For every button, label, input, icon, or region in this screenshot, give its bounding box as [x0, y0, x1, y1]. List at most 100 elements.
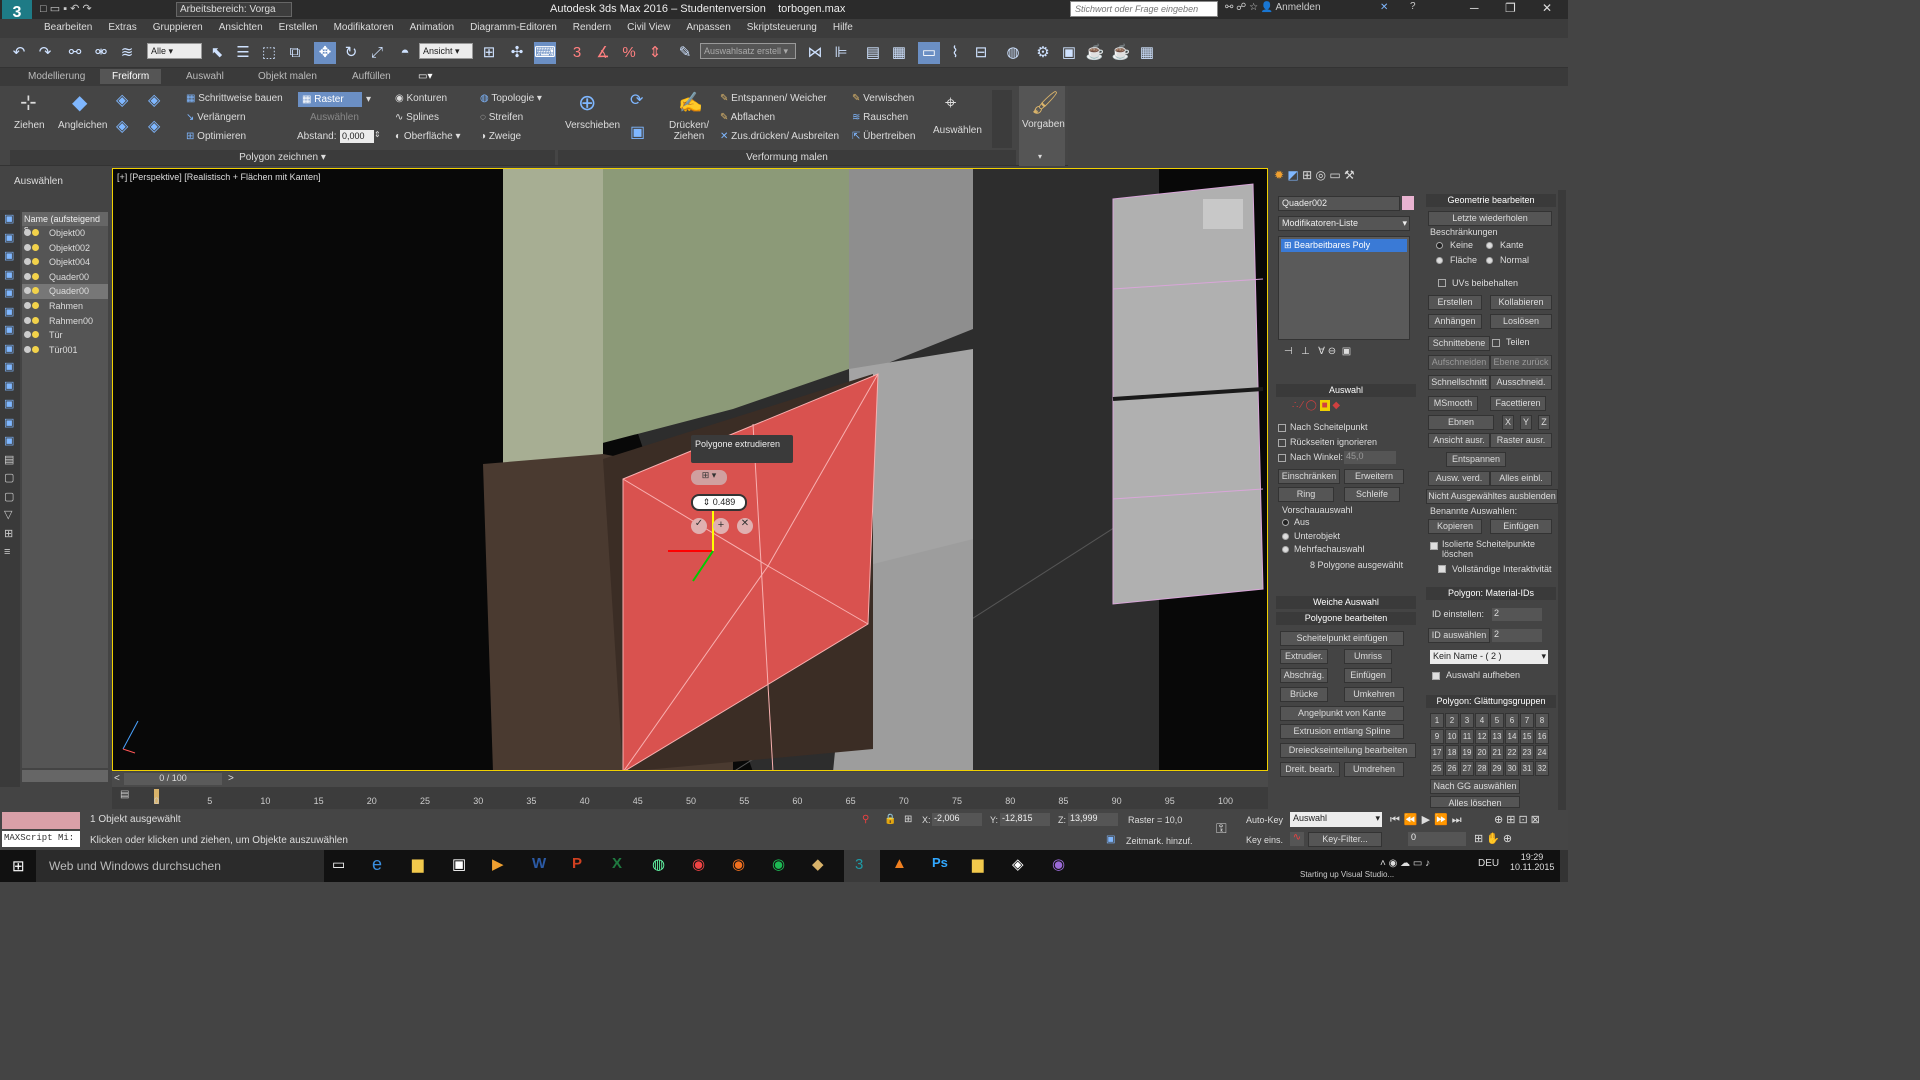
filter-groups-icon[interactable]: ▣ [4, 340, 20, 359]
play-icon[interactable]: ▶ [1422, 814, 1434, 826]
find-icon[interactable]: ▽ [4, 506, 20, 525]
show-desktop-button[interactable] [1560, 850, 1568, 882]
panel-scrollbar[interactable] [1558, 190, 1566, 810]
abstand-spinner[interactable]: ⇕ [374, 130, 381, 139]
menu-hilfe[interactable]: Hilfe [825, 19, 861, 33]
visibility-icon[interactable] [24, 272, 31, 280]
stack-item-editable-poly[interactable]: ⊞ Bearbeitbares Poly [1281, 239, 1407, 252]
tab-auffuellen[interactable]: Auffüllen [352, 71, 391, 82]
border-icon[interactable]: ◯ [1306, 400, 1317, 411]
hierarchy-tab-icon[interactable]: ⊞ [1302, 168, 1312, 182]
hierarchy-icon[interactable]: ⊞ [4, 525, 20, 544]
trackbar[interactable]: ▤ 0 5 10 15 20 25 30 35 40 45 50 55 60 65 70 75 80 85 90 95… [112, 787, 1268, 809]
alles-loeschen-button[interactable]: Alles löschen [1430, 796, 1520, 808]
kollabieren-button[interactable]: Kollabieren [1490, 295, 1552, 310]
open-icon[interactable]: ▭ [50, 3, 60, 15]
zweige-button[interactable]: ◑ Zweige [480, 131, 521, 142]
menu-rendern[interactable]: Rendern [565, 19, 619, 33]
login-button[interactable]: Anmelden [1276, 2, 1321, 13]
close-icon[interactable]: ✕ [1542, 1, 1552, 15]
scheitelpunkt-einfuegen-button[interactable]: Scheitelpunkt einfügen [1280, 631, 1404, 646]
oberflaeche-button[interactable]: ◐ Oberfläche ▾ [395, 131, 461, 142]
filter-frozen-icon[interactable]: ▣ [4, 414, 20, 433]
smoothing-group-button[interactable]: 32 [1535, 761, 1549, 776]
shift-move-icon[interactable]: ◈ [148, 116, 160, 136]
light-bulb-icon[interactable] [32, 316, 39, 324]
display-tab-icon[interactable]: ▭ [1329, 168, 1340, 182]
light-bulb-icon[interactable] [32, 229, 39, 236]
network-app-icon[interactable]: ◍ [652, 855, 665, 873]
menu-civil-view[interactable]: Civil View [619, 19, 678, 33]
light-bulb-icon[interactable] [32, 345, 39, 353]
maxscript-listener[interactable] [2, 812, 80, 829]
uvs-checkbox[interactable] [1438, 279, 1446, 287]
photoshop-icon[interactable]: Ps [932, 855, 948, 870]
percent-snap-icon[interactable]: % [618, 42, 640, 64]
drag-icon[interactable]: ⊹ [20, 90, 37, 115]
time-slider-thumb[interactable]: 0 / 100 [124, 773, 222, 785]
vertex-icon[interactable]: ∴ [1292, 400, 1298, 411]
z-coordinate-input[interactable]: 13,999 [1068, 813, 1118, 826]
task-view-icon[interactable]: ▭ [332, 856, 345, 873]
named-selection-dropdown[interactable]: Auswahlsatz erstell ▾ [700, 43, 796, 59]
shift-scale-icon[interactable]: ◈ [116, 116, 128, 136]
letzte-wiederholen-button[interactable]: Letzte wiederholen [1428, 211, 1552, 226]
ring-button[interactable]: Ring [1278, 487, 1334, 502]
smoothing-group-button[interactable]: 4 [1475, 713, 1489, 728]
rotate-paint-icon[interactable]: ⟳ [630, 90, 643, 110]
material-name-dropdown[interactable]: Kein Name - ( 2 ) ▾ [1430, 650, 1548, 664]
filter-none-icon[interactable]: ▢ [4, 469, 20, 488]
smoothing-group-button[interactable]: 5 [1490, 713, 1504, 728]
visibility-icon[interactable] [24, 287, 31, 295]
modifier-list-dropdown[interactable]: Modifikatoren-Liste ▾ [1278, 216, 1410, 231]
viewcube[interactable] [1203, 199, 1243, 229]
nicht-ausgewaehltes-button[interactable]: Nicht Ausgewähltes ausblenden [1426, 489, 1558, 504]
make-unique-icon[interactable]: ∀ [1318, 346, 1325, 357]
ausschneiden-button[interactable]: Ausschneid. [1490, 375, 1552, 390]
id-einstellen-input[interactable]: 2 [1492, 608, 1542, 621]
scene-list-scrollbar[interactable] [22, 770, 108, 782]
next-frame-icon[interactable]: ⏩ [1434, 814, 1452, 826]
tab-objekt-malen[interactable]: Objekt malen [258, 71, 317, 82]
lock-icon[interactable]: 🔒 [884, 814, 896, 825]
spinner-snap-icon[interactable]: ⇕ [644, 42, 666, 64]
filter-xrefs-icon[interactable]: ▣ [4, 358, 20, 377]
clock[interactable]: 19:29 10.11.2015 [1510, 852, 1554, 872]
key-set-dropdown[interactable]: Auswahl ▾ [1290, 812, 1382, 827]
smoothing-group-button[interactable]: 6 [1505, 713, 1519, 728]
schnittebene-button[interactable]: Schnittebene [1428, 336, 1490, 351]
nach-winkel-checkbox[interactable] [1278, 454, 1286, 462]
pan-icon[interactable]: ✋ [1486, 833, 1503, 845]
shift-icon[interactable]: ◈ [116, 90, 128, 110]
abstand-input[interactable]: 0,000 [340, 130, 374, 143]
bind-spacewarp-icon[interactable]: ≋ [116, 42, 138, 64]
unlink-icon[interactable]: ⚮ [90, 42, 112, 64]
polygone-bearbeiten-rollout-header[interactable]: Polygone bearbeiten [1276, 612, 1416, 625]
glaettungsgruppen-header[interactable]: Polygon: Glättungsgruppen [1426, 695, 1556, 708]
smoothing-group-button[interactable]: 17 [1430, 745, 1444, 760]
id-auswaehlen-input[interactable]: 2 [1492, 629, 1542, 642]
zoom-extents-icon[interactable]: ⊡ [1518, 814, 1530, 826]
filter-cameras-icon[interactable]: ▣ [4, 284, 20, 303]
visibility-icon[interactable] [24, 229, 31, 236]
streifen-button[interactable]: ◌ Streifen [480, 112, 523, 123]
viewport-perspective[interactable]: [+] [Perspektive] [Realistisch + Flächen… [112, 168, 1268, 771]
time-config-icon[interactable]: ⊞ [1474, 833, 1486, 845]
visibility-icon[interactable] [24, 316, 31, 324]
filter-bones-icon[interactable]: ▣ [4, 377, 20, 396]
search-input[interactable] [1070, 1, 1218, 17]
curve-editor-icon[interactable]: ⌇ [944, 42, 966, 64]
render-iterative-icon[interactable]: ☕ [1110, 42, 1132, 64]
viewport-label[interactable]: [+] [Perspektive] [Realistisch + Flächen… [117, 172, 321, 182]
a360-icon[interactable]: ▦ [1136, 42, 1158, 64]
zusdruecken-button[interactable]: ✕ Zus.drücken/ Ausbreiten [720, 131, 839, 142]
utilities-tab-icon[interactable]: ⚒ [1344, 168, 1355, 182]
ebnen-z-button[interactable]: Z [1538, 415, 1550, 430]
keine-radio[interactable] [1436, 242, 1443, 249]
menu-erstellen[interactable]: Erstellen [271, 19, 326, 33]
msmooth-button[interactable]: MSmooth [1428, 396, 1478, 411]
verformung-malen-panel[interactable]: Verformung malen [558, 150, 1016, 165]
filter-geometry-icon[interactable]: ▣ [4, 229, 20, 248]
select-object-icon[interactable]: ⬉ [206, 42, 228, 64]
filter-lights-icon[interactable]: ▣ [4, 266, 20, 285]
